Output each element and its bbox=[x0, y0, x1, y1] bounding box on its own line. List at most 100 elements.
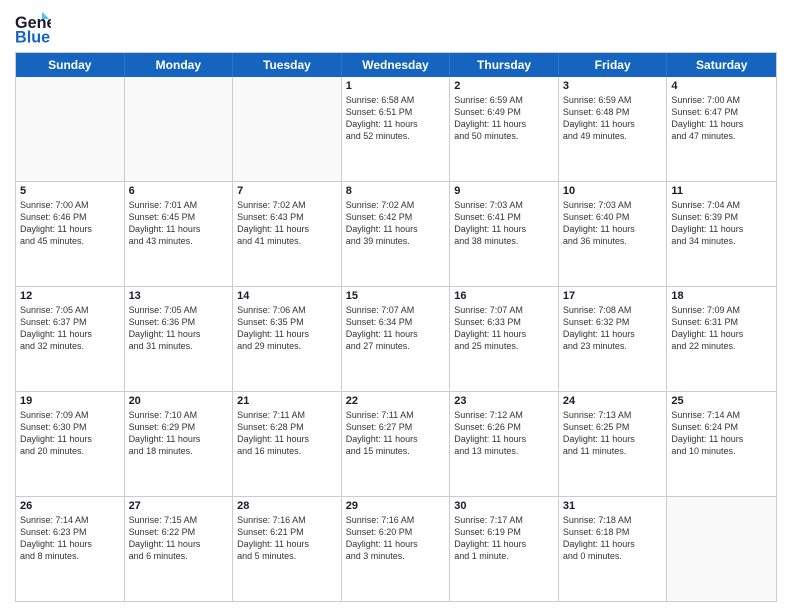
header: General Blue bbox=[15, 10, 777, 46]
calendar-row-2: 5 Sunrise: 7:00 AM Sunset: 6:46 PM Daylig… bbox=[16, 182, 776, 287]
calendar-cell-16: 16 Sunrise: 7:07 AM Sunset: 6:33 PM Dayli… bbox=[450, 287, 559, 391]
day-number: 22 bbox=[346, 395, 446, 407]
calendar-cell-empty bbox=[233, 77, 342, 181]
day-number: 24 bbox=[563, 395, 663, 407]
cell-info: Sunrise: 6:59 AM Sunset: 6:49 PM Dayligh… bbox=[454, 94, 554, 143]
calendar-cell-20: 20Sunrise: 7:10 AM Sunset: 6:29 PM Dayli… bbox=[125, 392, 234, 496]
calendar-cell-8: 8 Sunrise: 7:02 AM Sunset: 6:42 PM Daylig… bbox=[342, 182, 451, 286]
calendar-cell-13: 13 Sunrise: 7:05 AM Sunset: 6:36 PM Dayli… bbox=[125, 287, 234, 391]
day-number: 23 bbox=[454, 395, 554, 407]
calendar-cell-11: 11 Sunrise: 7:04 AM Sunset: 6:39 PM Dayli… bbox=[667, 182, 776, 286]
day-number: 17 bbox=[563, 290, 663, 302]
calendar-cell-29: 29 Sunrise: 7:16 AM Sunset: 6:20 PM Dayli… bbox=[342, 497, 451, 601]
cell-info: Sunrise: 7:09 AM Sunset: 6:30 PM Dayligh… bbox=[20, 409, 120, 458]
cell-info: Sunrise: 7:12 AM Sunset: 6:26 PM Dayligh… bbox=[454, 409, 554, 458]
cell-info: Sunrise: 7:10 AM Sunset: 6:29 PM Dayligh… bbox=[129, 409, 229, 458]
cell-info: Sunrise: 7:03 AM Sunset: 6:40 PM Dayligh… bbox=[563, 199, 663, 248]
calendar-cell-28: 28 Sunrise: 7:16 AM Sunset: 6:21 PM Dayli… bbox=[233, 497, 342, 601]
calendar-cell-21: 21Sunrise: 7:11 AM Sunset: 6:28 PM Dayli… bbox=[233, 392, 342, 496]
day-number: 10 bbox=[563, 185, 663, 197]
cell-info: Sunrise: 7:01 AM Sunset: 6:45 PM Dayligh… bbox=[129, 199, 229, 248]
day-header-thursday: Thursday bbox=[450, 53, 559, 77]
day-header-sunday: Sunday bbox=[16, 53, 125, 77]
day-number: 14 bbox=[237, 290, 337, 302]
calendar-cell-17: 17 Sunrise: 7:08 AM Sunset: 6:32 PM Dayli… bbox=[559, 287, 668, 391]
calendar-cell-23: 23 Sunrise: 7:12 AM Sunset: 6:26 PM Dayli… bbox=[450, 392, 559, 496]
cell-info: Sunrise: 7:07 AM Sunset: 6:33 PM Dayligh… bbox=[454, 304, 554, 353]
cell-info: Sunrise: 7:15 AM Sunset: 6:22 PM Dayligh… bbox=[129, 514, 229, 563]
calendar-cell-9: 9 Sunrise: 7:03 AM Sunset: 6:41 PM Daylig… bbox=[450, 182, 559, 286]
day-number: 28 bbox=[237, 500, 337, 512]
day-number: 12 bbox=[20, 290, 120, 302]
calendar-cell-5: 5 Sunrise: 7:00 AM Sunset: 6:46 PM Daylig… bbox=[16, 182, 125, 286]
cell-info: Sunrise: 7:02 AM Sunset: 6:43 PM Dayligh… bbox=[237, 199, 337, 248]
day-number: 15 bbox=[346, 290, 446, 302]
calendar-cell-24: 24Sunrise: 7:13 AM Sunset: 6:25 PM Dayli… bbox=[559, 392, 668, 496]
calendar-cell-2: 2 Sunrise: 6:59 AM Sunset: 6:49 PM Daylig… bbox=[450, 77, 559, 181]
page: General Blue SundayMondayTuesdayWednesda… bbox=[0, 0, 792, 612]
cell-info: Sunrise: 7:16 AM Sunset: 6:21 PM Dayligh… bbox=[237, 514, 337, 563]
calendar-body: 1Sunrise: 6:58 AM Sunset: 6:51 PM Daylig… bbox=[16, 77, 776, 601]
calendar: SundayMondayTuesdayWednesdayThursdayFrid… bbox=[15, 52, 777, 602]
day-header-monday: Monday bbox=[125, 53, 234, 77]
day-number: 11 bbox=[671, 185, 772, 197]
day-header-friday: Friday bbox=[559, 53, 668, 77]
cell-info: Sunrise: 7:09 AM Sunset: 6:31 PM Dayligh… bbox=[671, 304, 772, 353]
calendar-row-4: 19Sunrise: 7:09 AM Sunset: 6:30 PM Dayli… bbox=[16, 392, 776, 497]
day-header-tuesday: Tuesday bbox=[233, 53, 342, 77]
calendar-cell-12: 12Sunrise: 7:05 AM Sunset: 6:37 PM Dayli… bbox=[16, 287, 125, 391]
cell-info: Sunrise: 6:59 AM Sunset: 6:48 PM Dayligh… bbox=[563, 94, 663, 143]
day-number: 6 bbox=[129, 185, 229, 197]
calendar-cell-26: 26 Sunrise: 7:14 AM Sunset: 6:23 PM Dayli… bbox=[16, 497, 125, 601]
calendar-cell-25: 25 Sunrise: 7:14 AM Sunset: 6:24 PM Dayli… bbox=[667, 392, 776, 496]
calendar-cell-empty bbox=[16, 77, 125, 181]
calendar-row-3: 12Sunrise: 7:05 AM Sunset: 6:37 PM Dayli… bbox=[16, 287, 776, 392]
day-number: 29 bbox=[346, 500, 446, 512]
calendar-cell-empty bbox=[667, 497, 776, 601]
calendar-cell-30: 30Sunrise: 7:17 AM Sunset: 6:19 PM Dayli… bbox=[450, 497, 559, 601]
calendar-cell-empty bbox=[125, 77, 234, 181]
day-header-wednesday: Wednesday bbox=[342, 53, 451, 77]
cell-info: Sunrise: 7:00 AM Sunset: 6:46 PM Dayligh… bbox=[20, 199, 120, 248]
day-number: 25 bbox=[671, 395, 772, 407]
calendar-cell-4: 4 Sunrise: 7:00 AM Sunset: 6:47 PM Daylig… bbox=[667, 77, 776, 181]
day-number: 13 bbox=[129, 290, 229, 302]
calendar-cell-22: 22 Sunrise: 7:11 AM Sunset: 6:27 PM Dayli… bbox=[342, 392, 451, 496]
cell-info: Sunrise: 7:11 AM Sunset: 6:28 PM Dayligh… bbox=[237, 409, 337, 458]
cell-info: Sunrise: 7:16 AM Sunset: 6:20 PM Dayligh… bbox=[346, 514, 446, 563]
calendar-cell-1: 1Sunrise: 6:58 AM Sunset: 6:51 PM Daylig… bbox=[342, 77, 451, 181]
calendar-cell-18: 18 Sunrise: 7:09 AM Sunset: 6:31 PM Dayli… bbox=[667, 287, 776, 391]
day-number: 2 bbox=[454, 80, 554, 92]
day-number: 1 bbox=[346, 80, 446, 92]
day-number: 9 bbox=[454, 185, 554, 197]
cell-info: Sunrise: 7:17 AM Sunset: 6:19 PM Dayligh… bbox=[454, 514, 554, 563]
calendar-cell-31: 31Sunrise: 7:18 AM Sunset: 6:18 PM Dayli… bbox=[559, 497, 668, 601]
cell-info: Sunrise: 7:07 AM Sunset: 6:34 PM Dayligh… bbox=[346, 304, 446, 353]
calendar-cell-15: 15 Sunrise: 7:07 AM Sunset: 6:34 PM Dayli… bbox=[342, 287, 451, 391]
cell-info: Sunrise: 7:14 AM Sunset: 6:24 PM Dayligh… bbox=[671, 409, 772, 458]
cell-info: Sunrise: 7:11 AM Sunset: 6:27 PM Dayligh… bbox=[346, 409, 446, 458]
cell-info: Sunrise: 7:05 AM Sunset: 6:36 PM Dayligh… bbox=[129, 304, 229, 353]
day-number: 5 bbox=[20, 185, 120, 197]
day-number: 27 bbox=[129, 500, 229, 512]
calendar-row-1: 1Sunrise: 6:58 AM Sunset: 6:51 PM Daylig… bbox=[16, 77, 776, 182]
cell-info: Sunrise: 7:04 AM Sunset: 6:39 PM Dayligh… bbox=[671, 199, 772, 248]
day-number: 8 bbox=[346, 185, 446, 197]
cell-info: Sunrise: 7:06 AM Sunset: 6:35 PM Dayligh… bbox=[237, 304, 337, 353]
calendar-cell-6: 6 Sunrise: 7:01 AM Sunset: 6:45 PM Daylig… bbox=[125, 182, 234, 286]
day-number: 18 bbox=[671, 290, 772, 302]
cell-info: Sunrise: 7:14 AM Sunset: 6:23 PM Dayligh… bbox=[20, 514, 120, 563]
calendar-cell-27: 27 Sunrise: 7:15 AM Sunset: 6:22 PM Dayli… bbox=[125, 497, 234, 601]
day-number: 4 bbox=[671, 80, 772, 92]
calendar-cell-19: 19Sunrise: 7:09 AM Sunset: 6:30 PM Dayli… bbox=[16, 392, 125, 496]
cell-info: Sunrise: 7:02 AM Sunset: 6:42 PM Dayligh… bbox=[346, 199, 446, 248]
cell-info: Sunrise: 7:08 AM Sunset: 6:32 PM Dayligh… bbox=[563, 304, 663, 353]
cell-info: Sunrise: 7:18 AM Sunset: 6:18 PM Dayligh… bbox=[563, 514, 663, 563]
calendar-row-5: 26 Sunrise: 7:14 AM Sunset: 6:23 PM Dayli… bbox=[16, 497, 776, 601]
day-number: 7 bbox=[237, 185, 337, 197]
day-number: 26 bbox=[20, 500, 120, 512]
day-number: 16 bbox=[454, 290, 554, 302]
cell-info: Sunrise: 7:03 AM Sunset: 6:41 PM Dayligh… bbox=[454, 199, 554, 248]
cell-info: Sunrise: 7:00 AM Sunset: 6:47 PM Dayligh… bbox=[671, 94, 772, 143]
calendar-cell-7: 7 Sunrise: 7:02 AM Sunset: 6:43 PM Daylig… bbox=[233, 182, 342, 286]
